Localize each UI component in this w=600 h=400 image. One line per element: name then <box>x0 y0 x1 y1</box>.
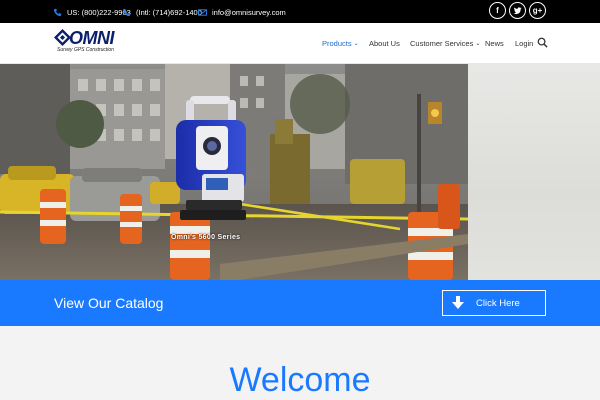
google-plus-icon[interactable]: g+ <box>529 2 546 19</box>
nav-products[interactable]: Products ⌄ <box>322 37 359 49</box>
click-here-button[interactable]: Click Here <box>442 290 546 316</box>
nav-about-label: About Us <box>369 38 400 48</box>
phone-icon <box>53 8 62 16</box>
nav-news[interactable]: News <box>485 37 504 49</box>
intl-phone-text: (Intl: (714)692-1400 <box>136 7 202 17</box>
nav-news-label: News <box>485 38 504 48</box>
welcome-section: Welcome <box>0 326 600 400</box>
nav-products-label: Products <box>322 38 352 48</box>
logo-tagline: Survey GPS Construction <box>57 47 114 53</box>
site-header: OMNI Survey GPS Construction Products ⌄ … <box>0 23 600 64</box>
hero-caption: Omni's 5600 Series <box>171 234 241 241</box>
welcome-heading: Welcome <box>229 361 371 399</box>
hero-side-panel <box>468 64 600 280</box>
twitter-bird-glyph <box>513 7 522 15</box>
chevron-down-icon: ⌄ <box>475 40 481 47</box>
top-contact-bar: US: (800)222-9903 (Intl: (714)692-1400 i… <box>0 0 600 23</box>
chevron-down-icon: ⌄ <box>353 40 359 47</box>
nav-about-us[interactable]: About Us <box>369 37 400 49</box>
nav-login[interactable]: Login <box>515 37 533 49</box>
hero-banner: Omni's 5600 Series <box>0 64 600 280</box>
click-here-label: Click Here <box>476 297 520 309</box>
hero-construction-photo <box>0 64 468 280</box>
nav-customer-services-label: Customer Services <box>410 38 474 48</box>
email-text: info@omnisurvey.com <box>212 7 286 17</box>
us-phone[interactable]: US: (800)222-9903 <box>53 5 131 19</box>
email-link[interactable]: info@omnisurvey.com <box>198 5 286 19</box>
search-icon[interactable] <box>537 37 548 48</box>
twitter-icon[interactable] <box>509 2 526 19</box>
nav-login-label: Login <box>515 38 534 48</box>
arrow-down-icon <box>452 296 464 309</box>
omni-logo[interactable]: OMNI Survey GPS Construction <box>54 28 126 56</box>
intl-phone[interactable]: (Intl: (714)692-1400 <box>122 5 202 19</box>
envelope-icon <box>198 8 207 16</box>
facebook-icon[interactable]: f <box>489 2 506 19</box>
nav-customer-services[interactable]: Customer Services ⌄ <box>410 37 480 49</box>
phone-icon <box>122 8 131 16</box>
catalog-band: View Our Catalog Click Here <box>0 280 600 326</box>
catalog-title: View Our Catalog <box>54 295 164 311</box>
logo-wordmark: OMNI <box>69 28 115 48</box>
